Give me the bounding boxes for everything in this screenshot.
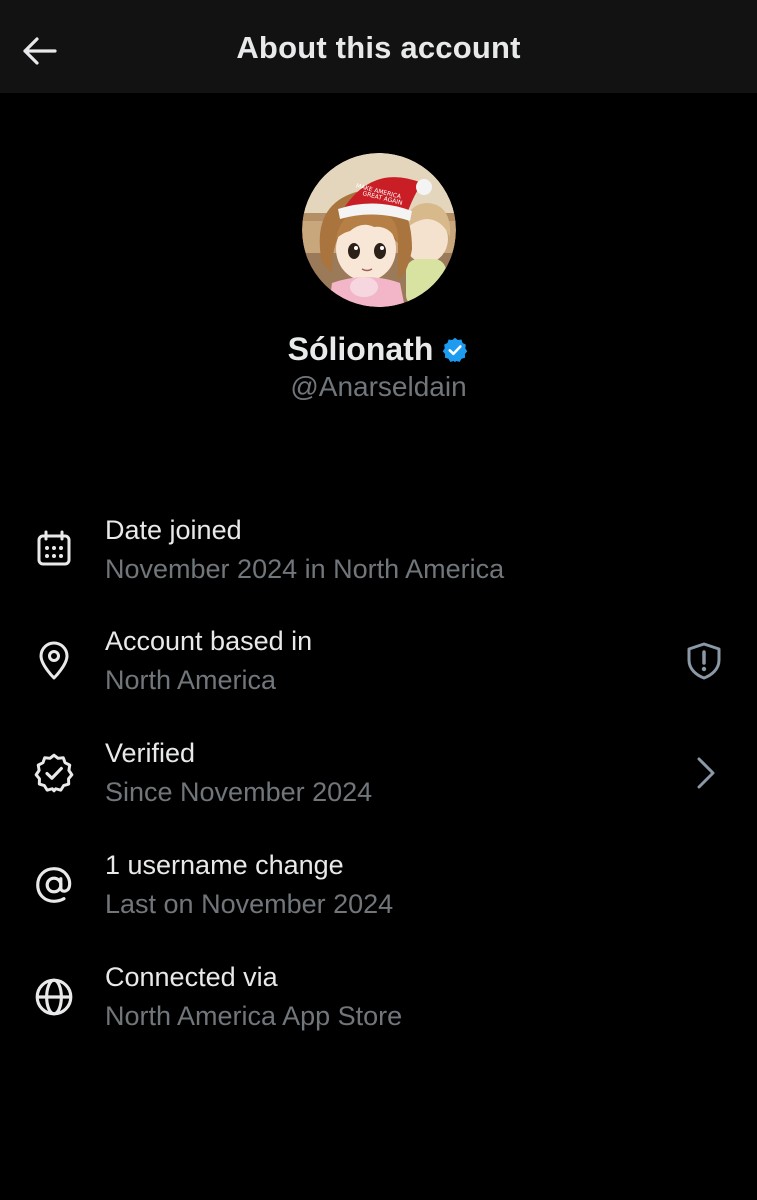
detail-value: November 2024 in North America <box>105 554 505 584</box>
detail-value: Last on November 2024 <box>105 889 394 919</box>
username-change-row: 1 username change Last on November 2024 <box>0 840 757 930</box>
globe-icon <box>32 975 76 1019</box>
avatar-image: MAKE AMERICA GREAT AGAIN <box>302 153 456 307</box>
detail-value: Since November 2024 <box>105 777 373 807</box>
verified-seal-icon <box>32 751 76 795</box>
connected-via-row: Connected via North America App Store <box>0 952 757 1042</box>
detail-value: North America App Store <box>105 1001 403 1031</box>
display-name: Sólionath <box>287 331 434 367</box>
date-joined-row: Date joined November 2024 in North Ameri… <box>0 505 757 595</box>
avatar[interactable]: MAKE AMERICA GREAT AGAIN <box>302 153 456 307</box>
username-handle: @Anarseldain <box>290 371 467 402</box>
calendar-icon <box>32 527 76 571</box>
detail-label: Date joined <box>105 515 242 545</box>
location-pin-icon <box>32 639 76 683</box>
account-based-in-row[interactable]: Account based in North America <box>0 616 757 706</box>
detail-label: Connected via <box>105 962 278 992</box>
detail-label: Account based in <box>105 626 313 656</box>
shield-alert-icon[interactable] <box>680 637 728 685</box>
detail-label: 1 username change <box>105 850 344 880</box>
at-sign-icon <box>32 863 76 907</box>
top-app-bar: About this account <box>0 0 757 93</box>
profile-name-row: Sólionath <box>0 331 757 368</box>
chevron-right-icon[interactable] <box>680 749 728 797</box>
verified-row[interactable]: Verified Since November 2024 <box>0 728 757 818</box>
detail-value: North America <box>105 665 277 695</box>
detail-label: Verified <box>105 738 196 768</box>
page-title: About this account <box>236 30 521 65</box>
verified-badge-icon <box>443 337 468 362</box>
